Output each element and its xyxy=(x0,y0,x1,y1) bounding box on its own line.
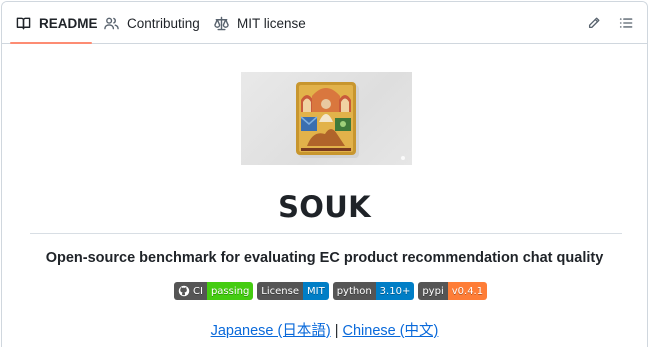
readme-tab-bar: README Contributing MIT license xyxy=(2,2,647,44)
ci-badge-message: passing xyxy=(206,282,254,300)
tab-license[interactable]: MIT license xyxy=(214,2,306,44)
badge-row: CI passing License MIT python 3.10+ pypi… xyxy=(174,282,488,300)
python-badge-label: python xyxy=(332,282,376,300)
python-badge-message: 3.10+ xyxy=(375,282,415,300)
tab-readme[interactable]: README xyxy=(16,2,98,44)
tab-contributing[interactable]: Contributing xyxy=(104,2,200,44)
license-badge-label: License xyxy=(257,282,303,300)
outline-button[interactable] xyxy=(617,14,635,32)
readme-panel: README Contributing MIT license SOUK Ope… xyxy=(1,1,648,347)
pypi-badge[interactable]: pypi v0.4.1 xyxy=(418,282,488,300)
title-divider xyxy=(30,233,622,234)
pypi-badge-message: v0.4.1 xyxy=(447,282,488,300)
japanese-link[interactable]: Japanese (日本語) xyxy=(211,323,331,339)
pypi-badge-label: pypi xyxy=(418,282,448,300)
ci-badge-label: CI xyxy=(193,285,203,297)
hero-image xyxy=(241,72,412,165)
edit-file-button[interactable] xyxy=(585,14,603,32)
license-badge-message: MIT xyxy=(303,282,329,300)
active-tab-indicator xyxy=(10,42,92,44)
readme-subtitle: Open-source benchmark for evaluating EC … xyxy=(45,250,604,266)
chinese-link[interactable]: Chinese (中文) xyxy=(343,323,439,339)
tab-contributing-label: Contributing xyxy=(127,15,200,31)
license-badge[interactable]: License MIT xyxy=(257,282,329,300)
book-icon xyxy=(16,17,31,29)
language-links: Japanese (日本語) | Chinese (中文) xyxy=(2,319,647,340)
tab-readme-label: README xyxy=(39,15,98,31)
github-icon xyxy=(178,285,190,297)
language-separator: | xyxy=(330,323,343,339)
pencil-icon xyxy=(588,17,600,29)
python-badge[interactable]: python 3.10+ xyxy=(332,282,415,300)
ci-badge[interactable]: CI passing xyxy=(174,282,254,300)
law-scale-icon xyxy=(214,16,229,30)
readme-title: SOUK xyxy=(278,190,371,224)
tab-license-label: MIT license xyxy=(237,15,306,31)
people-icon xyxy=(104,17,119,29)
list-icon xyxy=(619,18,633,28)
